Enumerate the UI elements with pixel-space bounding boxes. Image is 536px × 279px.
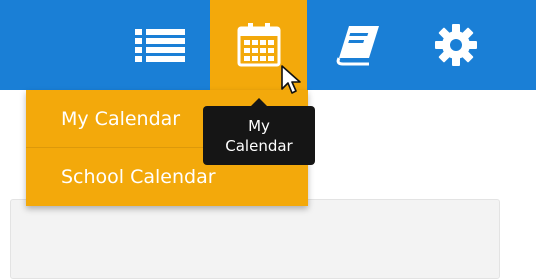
book-button[interactable] [312,0,404,90]
list-icon [135,27,185,63]
content-panel [10,199,500,279]
book-icon [335,24,381,66]
tooltip-arrow [251,98,267,106]
gear-icon [434,23,478,67]
top-navigation-bar [0,0,536,90]
tooltip-line-1: My [248,116,270,135]
list-button[interactable] [112,0,208,90]
settings-button[interactable] [408,0,504,90]
tooltip-line-2: Calendar [225,136,293,155]
calendar-icon [237,23,281,67]
mouse-cursor-icon [281,65,303,101]
tooltip: My Calendar [203,106,315,165]
